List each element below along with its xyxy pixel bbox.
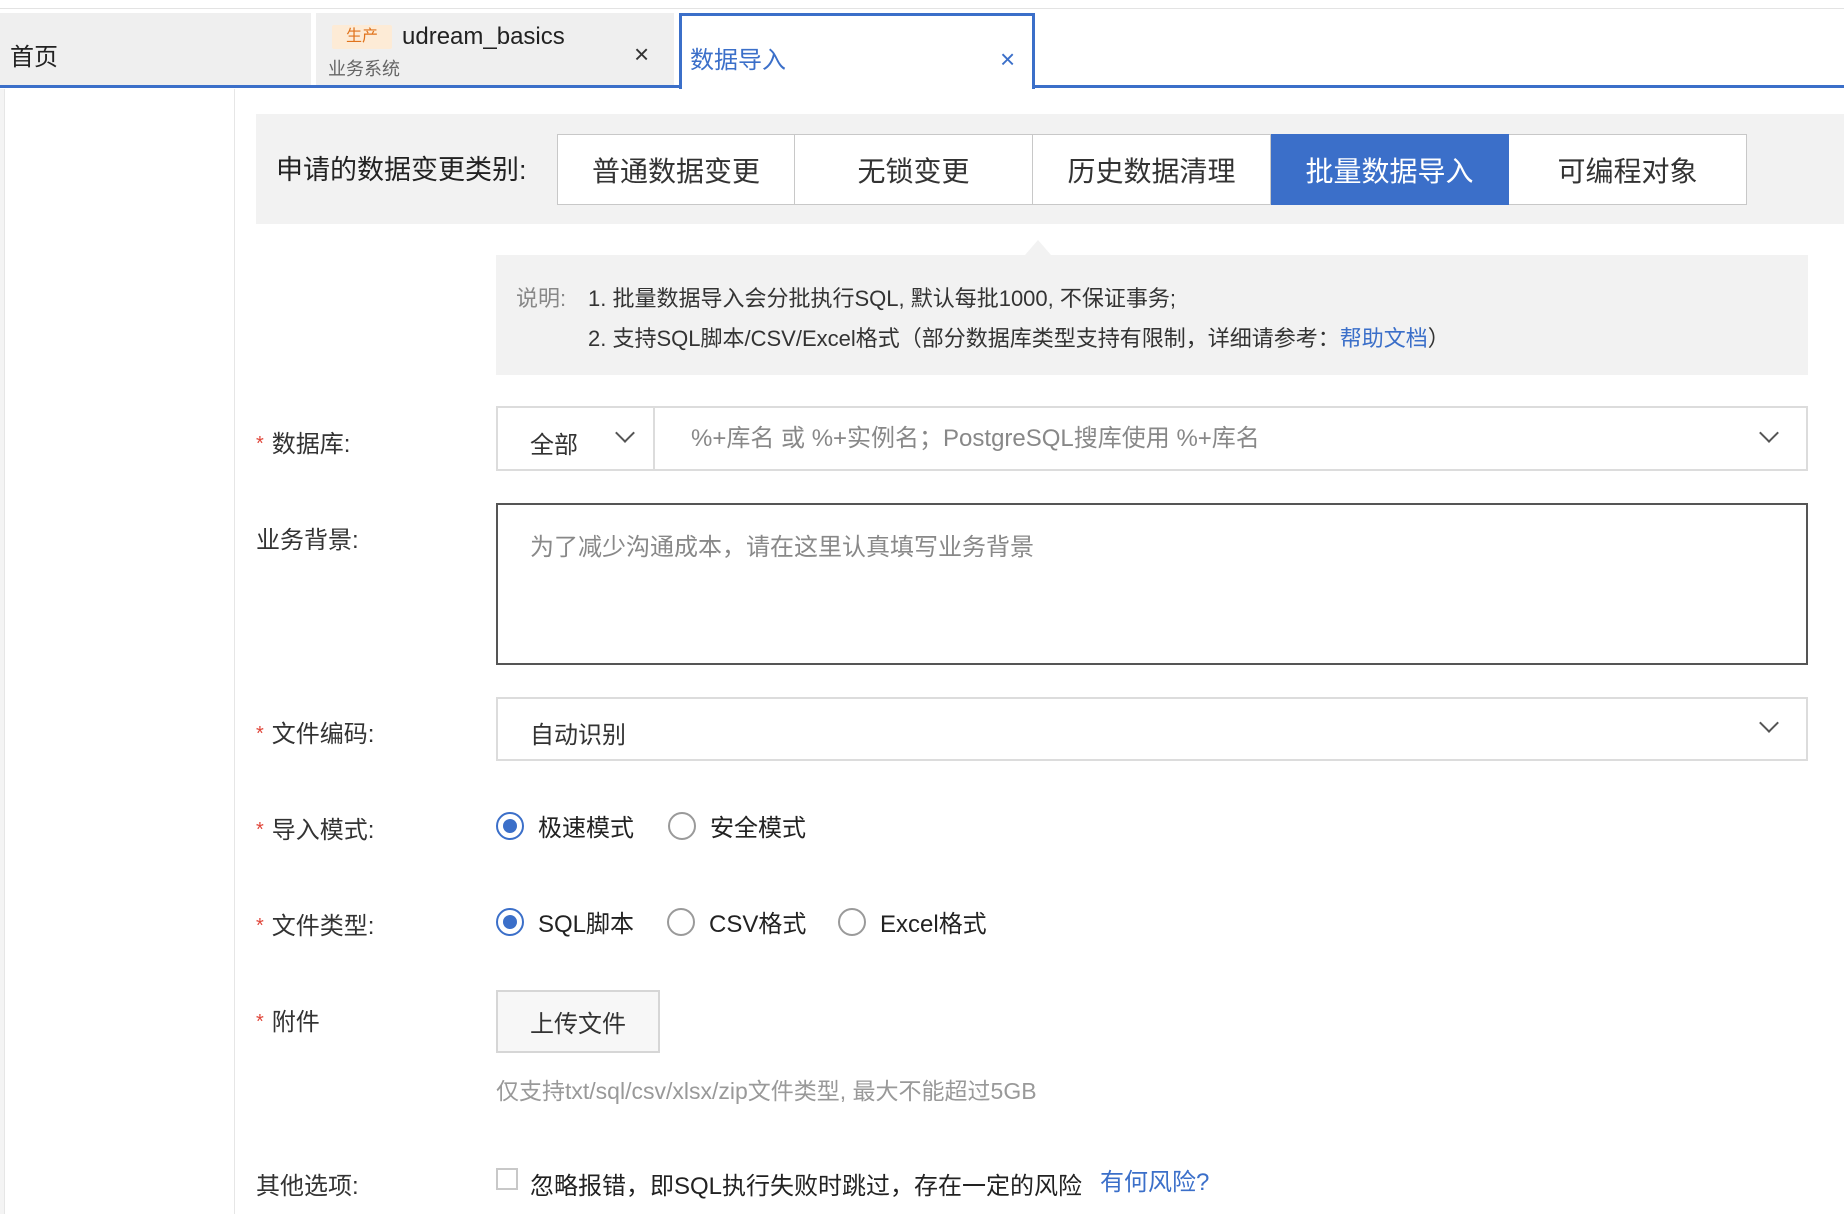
help-doc-link[interactable]: 帮助文档 [1340, 326, 1428, 351]
file-encoding-value: 自动识别 [530, 722, 626, 749]
required-mark: * [256, 819, 264, 841]
chevron-down-icon [1759, 713, 1779, 733]
import-mode-safe-label: 安全模式 [710, 815, 806, 842]
file-type-csv-label: CSV格式 [709, 911, 807, 938]
upload-file-button[interactable]: 上传文件 [496, 990, 660, 1053]
required-mark: * [256, 433, 264, 455]
file-type-label: * 文件类型: [256, 906, 374, 941]
file-encoding-select[interactable]: 自动识别 [496, 697, 1808, 761]
import-mode-label: * 导入模式: [256, 810, 374, 845]
radio-checked-icon [496, 811, 524, 840]
database-label: * 数据库: [256, 424, 350, 459]
category-option-lockless-change[interactable]: 无锁变更 [795, 134, 1033, 205]
upload-hint: 仅支持txt/sql/csv/xlsx/zip文件类型, 最大不能超过5GB [496, 1078, 1037, 1104]
business-background-textarea[interactable] [496, 503, 1808, 665]
file-type-excel-label: Excel格式 [880, 911, 987, 938]
notice-line-2-suffix: ） [1427, 326, 1450, 351]
tab-home[interactable]: 首页 [0, 13, 311, 88]
left-rail [0, 89, 5, 1214]
notice-box: 说明: 1. 批量数据导入会分批执行SQL, 默认每批1000, 不保证事务; … [496, 255, 1808, 375]
database-search-input[interactable] [655, 408, 1806, 469]
database-scope-select[interactable]: 全部 [498, 408, 655, 469]
category-option-programmable-object[interactable]: 可编程对象 [1509, 134, 1747, 205]
chevron-down-icon [615, 423, 635, 443]
import-mode-fast-radio[interactable]: 极速模式 [496, 808, 634, 843]
top-divider [0, 8, 1844, 9]
import-mode-fast-label: 极速模式 [538, 815, 634, 842]
file-type-csv-radio[interactable]: CSV格式 [667, 904, 806, 939]
tab-business-subtitle: 业务系统 [328, 59, 400, 79]
file-encoding-label-text: 文件编码: [271, 721, 375, 748]
business-background-label: 业务背景: [256, 527, 359, 554]
category-option-normal-change[interactable]: 普通数据变更 [557, 134, 795, 205]
notice-pointer [1025, 240, 1051, 255]
required-mark: * [256, 723, 264, 745]
side-panel-divider [234, 89, 235, 1214]
radio-checked-icon [496, 907, 524, 936]
env-badge: 生产 [332, 25, 393, 49]
file-type-label-text: 文件类型: [271, 913, 375, 940]
radio-unchecked-icon [838, 907, 866, 936]
file-type-sql-radio[interactable]: SQL脚本 [496, 904, 634, 939]
tab-home-title: 首页 [10, 44, 58, 71]
other-options-label: 其他选项: [256, 1173, 359, 1200]
category-option-history-cleanup[interactable]: 历史数据清理 [1033, 134, 1271, 205]
tab-business-system[interactable]: 生产 udream_basics 业务系统 × [316, 13, 674, 88]
change-category-bar: 申请的数据变更类别: 普通数据变更 无锁变更 历史数据清理 批量数据导入 可编程… [256, 114, 1844, 224]
risk-info-link[interactable]: 有何风险? [1100, 1162, 1209, 1197]
database-scope-value: 全部 [530, 432, 578, 459]
tab-data-import[interactable]: 数据导入 × [679, 13, 1035, 89]
import-mode-label-text: 导入模式: [271, 817, 375, 844]
radio-unchecked-icon [667, 907, 695, 936]
required-mark: * [256, 915, 264, 937]
file-encoding-label: * 文件编码: [256, 714, 374, 749]
attachment-label-text: 附件 [271, 1009, 320, 1036]
tab-data-import-title: 数据导入 [690, 47, 786, 74]
notice-line-1: 1. 批量数据导入会分批执行SQL, 默认每批1000, 不保证事务; [588, 286, 1176, 311]
change-category-label: 申请的数据变更类别: [276, 155, 527, 185]
required-mark: * [256, 1011, 264, 1033]
file-type-sql-label: SQL脚本 [538, 911, 635, 938]
ignore-errors-checkbox[interactable] [496, 1168, 518, 1190]
attachment-label: * 附件 [256, 1002, 320, 1037]
notice-line-2: 2. 支持SQL脚本/CSV/Excel格式（部分数据库类型支持有限制，详细请参… [588, 321, 1450, 353]
import-mode-safe-radio[interactable]: 安全模式 [668, 808, 806, 843]
close-icon[interactable]: × [1000, 46, 1015, 72]
database-selector: 全部 [496, 406, 1808, 471]
category-option-bulk-import[interactable]: 批量数据导入 [1271, 134, 1509, 205]
notice-line-2-text: 2. 支持SQL脚本/CSV/Excel格式（部分数据库类型支持有限制，详细请参… [588, 326, 1340, 351]
tab-bar: 首页 生产 udream_basics 业务系统 × 数据导入 × [0, 13, 1844, 89]
tab-business-title: udream_basics [402, 23, 565, 50]
close-icon[interactable]: × [634, 41, 649, 67]
notice-label: 说明: [516, 286, 567, 311]
ignore-errors-label: 忽略报错，即SQL执行失败时跳过，存在一定的风险 [530, 1173, 1083, 1200]
file-type-excel-radio[interactable]: Excel格式 [838, 904, 987, 939]
database-label-text: 数据库: [271, 431, 351, 458]
radio-unchecked-icon [668, 811, 696, 840]
